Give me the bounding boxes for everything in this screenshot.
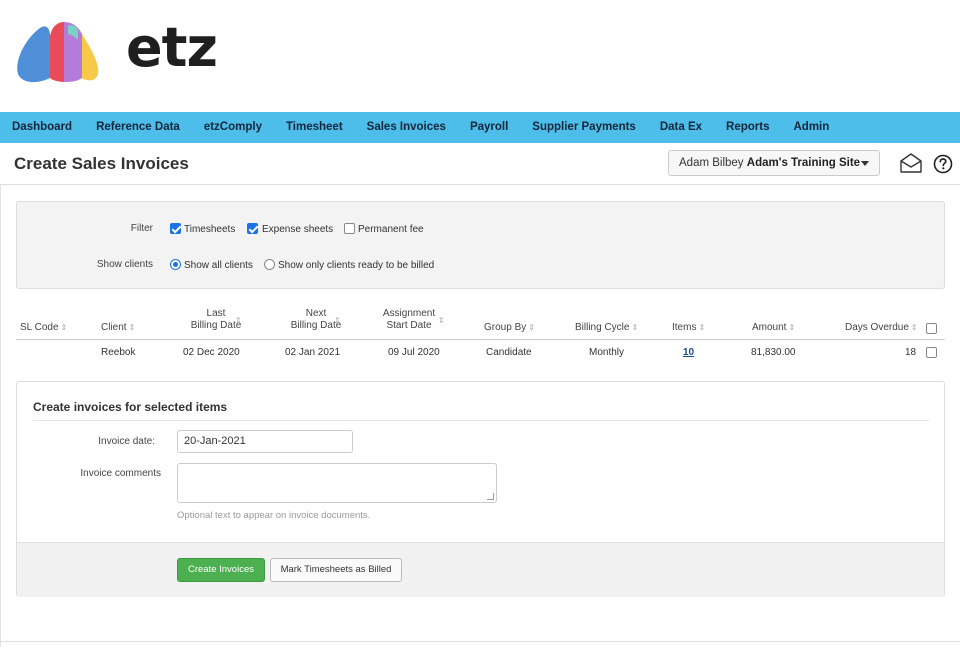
nav-item-reference-data[interactable]: Reference Data bbox=[84, 112, 192, 143]
col-days-overdue[interactable]: Days Overdue ⇕ bbox=[845, 322, 918, 334]
mark-timesheets-billed-button[interactable]: Mark Timesheets as Billed bbox=[270, 558, 402, 582]
help-icon[interactable] bbox=[933, 154, 953, 174]
nav-item-reports[interactable]: Reports bbox=[714, 112, 781, 143]
nav-item-data-ex[interactable]: Data Ex bbox=[648, 112, 714, 143]
nav-item-etzcomply[interactable]: etzComply bbox=[192, 112, 274, 143]
sort-icon: ⇕ bbox=[698, 323, 706, 332]
invoice-date-input[interactable]: 20-Jan-2021 bbox=[177, 430, 353, 453]
nav-item-timesheet[interactable]: Timesheet bbox=[274, 112, 355, 143]
nav-item-supplier-payments[interactable]: Supplier Payments bbox=[520, 112, 648, 143]
invoice-comments-hint: Optional text to appear on invoice docum… bbox=[177, 510, 371, 521]
sort-icon: ⇕ bbox=[60, 323, 68, 332]
nav-item-payroll[interactable]: Payroll bbox=[458, 112, 520, 143]
show-ready-clients-radio[interactable] bbox=[264, 259, 275, 270]
cell-amount: 81,830.00 bbox=[751, 347, 796, 358]
permanent-fee-checkbox[interactable] bbox=[344, 223, 355, 234]
col-items[interactable]: Items ⇕ bbox=[672, 322, 705, 334]
create-invoices-panel: Create invoices for selected items Invoi… bbox=[16, 381, 945, 597]
sort-icon: ⇕ bbox=[438, 316, 445, 325]
sort-icon: ⇕ bbox=[788, 323, 796, 332]
col-billing-cycle[interactable]: Billing Cycle ⇕ bbox=[575, 322, 638, 334]
cell-billing-cycle: Monthly bbox=[589, 347, 625, 358]
cell-days-overdue: 18 bbox=[905, 347, 917, 358]
show-all-clients-label: Show all clients bbox=[184, 260, 253, 271]
nav-item-dashboard[interactable]: Dashboard bbox=[0, 112, 84, 143]
site-name: Adam's Training Site bbox=[746, 157, 861, 169]
title-bar: Create Sales Invoices Adam Bilbey Adam's… bbox=[0, 143, 960, 185]
show-all-clients-radio[interactable] bbox=[170, 259, 181, 270]
col-sl-code[interactable]: SL Code ⇕ bbox=[20, 322, 67, 334]
etz-logo-icon bbox=[17, 22, 99, 83]
site-selector[interactable]: Adam Bilbey Adam's Training Site bbox=[668, 150, 880, 176]
timesheets-label: Timesheets bbox=[184, 224, 236, 235]
action-bar: Create Invoices Mark Timesheets as Bille… bbox=[17, 542, 944, 597]
permanent-fee-label: Permanent fee bbox=[358, 224, 424, 235]
chevron-down-icon bbox=[861, 161, 869, 166]
timesheets-checkbox[interactable] bbox=[170, 223, 181, 234]
filter-label: Filter bbox=[130, 223, 153, 234]
main-content: Filter Timesheets Expense sheets Permane… bbox=[0, 185, 960, 647]
main-nav: Dashboard Reference Data etzComply Times… bbox=[0, 112, 960, 143]
footer-divider bbox=[0, 641, 960, 642]
page-title: Create Sales Invoices bbox=[14, 154, 189, 173]
filter-panel: Filter Timesheets Expense sheets Permane… bbox=[16, 201, 945, 289]
cell-client: Reebok bbox=[101, 347, 136, 358]
header-divider bbox=[16, 339, 945, 340]
sort-icon: ⇕ bbox=[631, 323, 639, 332]
cell-assignment-start-date: 09 Jul 2020 bbox=[388, 347, 440, 358]
sort-icon: ⇕ bbox=[910, 323, 918, 332]
expense-sheets-checkbox[interactable] bbox=[247, 223, 258, 234]
invoice-comments-textarea[interactable] bbox=[177, 463, 497, 503]
cell-items-link[interactable]: 10 bbox=[683, 347, 694, 358]
header-logo-area: etz bbox=[0, 0, 960, 112]
divider bbox=[33, 420, 929, 421]
invoice-date-label: Invoice date: bbox=[98, 436, 155, 447]
col-assignment-start-date[interactable]: Assignment Start Date bbox=[378, 308, 440, 332]
nav-item-admin[interactable]: Admin bbox=[781, 112, 841, 143]
show-clients-label: Show clients bbox=[96, 259, 153, 270]
col-client[interactable]: Client ⇕ bbox=[101, 322, 135, 334]
row-select-checkbox[interactable] bbox=[926, 347, 937, 358]
show-ready-clients-label: Show only clients ready to be billed bbox=[278, 260, 435, 271]
sort-icon: ⇕ bbox=[128, 323, 136, 332]
col-amount[interactable]: Amount ⇕ bbox=[752, 322, 795, 334]
col-group-by[interactable]: Group By ⇕ bbox=[484, 322, 535, 334]
invoice-comments-label: Invoice comments bbox=[80, 468, 161, 479]
logo-text: etz bbox=[126, 16, 218, 79]
user-name: Adam Bilbey bbox=[679, 157, 744, 169]
select-all-checkbox[interactable] bbox=[926, 323, 937, 334]
nav-item-sales-invoices[interactable]: Sales Invoices bbox=[355, 112, 458, 143]
create-invoices-title: Create invoices for selected items bbox=[33, 400, 228, 414]
expense-sheets-label: Expense sheets bbox=[262, 224, 334, 235]
create-invoices-button[interactable]: Create Invoices bbox=[177, 558, 265, 582]
cell-last-billing-date: 02 Dec 2020 bbox=[183, 347, 240, 358]
cell-group-by: Candidate bbox=[486, 347, 532, 358]
sort-icon: ⇕ bbox=[528, 323, 535, 332]
cell-next-billing-date: 02 Jan 2021 bbox=[285, 347, 341, 358]
envelope-open-icon[interactable] bbox=[899, 151, 923, 175]
sort-icon: ⇕ bbox=[235, 316, 242, 325]
sort-icon: ⇕ bbox=[334, 316, 341, 325]
